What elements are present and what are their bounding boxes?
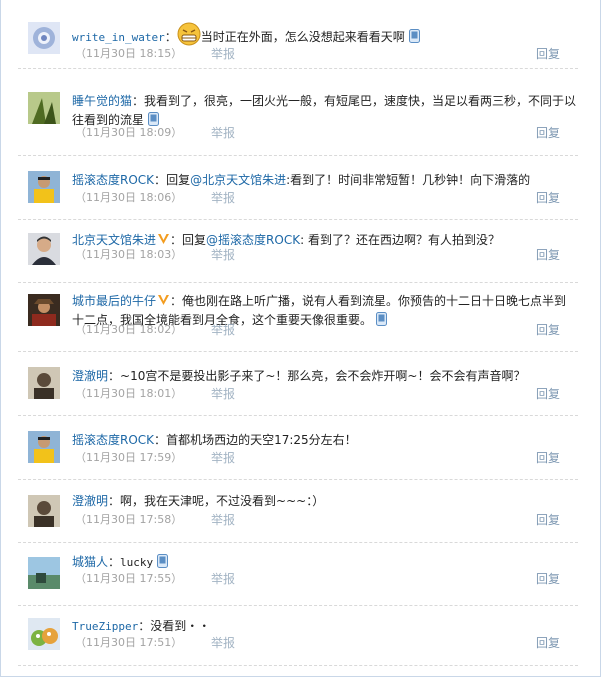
comment-username[interactable]: 睡午觉的猫 [72,94,132,108]
comment-text: ~10宫不是要投出影子来了~！那么亮，会不会炸开啊~！会不会有声音啊？ [120,369,526,383]
comment-username[interactable]: 澄澈明 [72,494,108,508]
reply-link[interactable]: 回复 [536,571,560,587]
list-item: write_in_water： 当时正在外面，怎么没想起来看看天啊 （11月30日… [18,0,578,69]
comment-time: （11月30日 18:02） [75,323,183,336]
comment-username[interactable]: 北京天文馆朱进 [72,233,156,247]
comment-username[interactable]: 摇滚态度ROCK [72,433,154,447]
separator: ： [170,233,183,247]
comment-time: （11月30日 18:01） [75,387,183,400]
mobile-phone-icon [157,554,169,568]
comment-username[interactable]: 澄澈明 [72,369,108,383]
list-item: 北京天文馆朱进 ：回复@摇滚态度ROCK: 看到了？还在西边啊？有人拍到没？ （1… [18,219,578,283]
separator: ： [138,619,151,633]
list-item: 摇滚态度ROCK：回复@北京天文馆朱进:看到了！时间非常短暂！几秒钟！向下滑落的… [18,155,578,220]
list-item: 城市最后的牛仔 ：俺也刚在路上听广播，说有人看到流星。你预告的十二日十日晚七点半到… [18,282,578,352]
avatar[interactable] [28,22,60,54]
list-item: 摇滚态度ROCK：首都机场西边的天空17:25分左右！ （11月30日 17:5… [18,415,578,480]
comment-text: : 看到了？还在西边啊？有人拍到没？ [300,233,500,247]
separator: ： [170,294,183,308]
mention-link[interactable]: @摇滚态度ROCK [206,233,300,247]
verified-v-icon [157,293,170,306]
angry-face-icon [177,22,201,46]
report-link[interactable]: 举报 [211,125,235,141]
comment-text: 当时正在外面，怎么没想起来看看天啊 [200,30,405,44]
list-item: 澄澈明：~10宫不是要投出影子来了~！那么亮，会不会炸开啊~！会不会有声音啊？ … [18,351,578,416]
report-link[interactable]: 举报 [211,450,235,466]
avatar[interactable] [28,367,60,399]
reply-link[interactable]: 回复 [536,450,560,466]
reply-link[interactable]: 回复 [536,635,560,651]
reply-prefix: 回复 [166,173,191,187]
comment-username[interactable]: write_in_water [72,31,165,44]
mention-link[interactable]: @北京天文馆朱进 [190,173,286,187]
comment-time: （11月30日 18:03） [75,248,183,261]
comment-text: lucky [120,556,154,569]
avatar[interactable] [28,618,60,650]
comment-text: 啊，我在天津呢，不过没看到~~~：） [120,494,325,508]
list-item: 睡午觉的猫：我看到了，很亮，一团火光一般，有短尾巴，速度快，当足以看两三秒，不同… [18,68,578,156]
separator: ： [108,369,121,383]
mobile-phone-icon [148,112,160,126]
separator: ： [108,494,121,508]
reply-link[interactable]: 回复 [536,125,560,141]
comment-username[interactable]: 城猫人 [72,555,108,569]
verified-v-icon [157,232,170,245]
separator: ： [132,94,145,108]
comment-username[interactable]: TrueZipper [72,620,138,633]
reply-link[interactable]: 回复 [536,190,560,206]
separator: ： [164,30,177,44]
avatar[interactable] [28,431,60,463]
comment-username[interactable]: 摇滚态度ROCK [72,173,154,187]
comment-text: :看到了！时间非常短暂！几秒钟！向下滑落的 [286,173,531,187]
report-link[interactable]: 举报 [211,386,235,402]
comment-time: （11月30日 18:15） [75,47,183,60]
separator: ： [108,555,121,569]
report-link[interactable]: 举报 [211,247,235,263]
reply-link[interactable]: 回复 [536,512,560,528]
report-link[interactable]: 举报 [211,512,235,528]
report-link[interactable]: 举报 [211,46,235,62]
comment-text: 首都机场西边的天空17:25分左右！ [166,433,357,447]
avatar[interactable] [28,233,60,265]
item5-meta: （11月30日 18:02） 举报 [72,322,578,338]
comment-time: （11月30日 18:06） [75,191,183,204]
list-item: TrueZipper：没看到・・ （11月30日 17:51） 举报 回复 [18,605,578,666]
reply-link[interactable]: 回复 [536,46,560,62]
reply-link[interactable]: 回复 [536,386,560,402]
reply-link[interactable]: 回复 [536,247,560,263]
comment-time: （11月30日 17:58） [75,513,183,526]
list-item: 澄澈明：啊，我在天津呢，不过没看到~~~：） （11月30日 17:58） 举报… [18,479,578,543]
comment-time: （11月30日 18:09） [75,126,183,139]
separator: ： [154,433,167,447]
avatar[interactable] [28,92,60,124]
mobile-phone-icon [408,29,420,43]
reply-prefix: 回复 [182,233,207,247]
comment-time: （11月30日 17:59） [75,451,183,464]
avatar[interactable] [28,294,60,326]
report-link[interactable]: 举报 [211,571,235,587]
comment-time: （11月30日 17:51） [75,636,183,649]
list-item: 城猫人：lucky （11月30日 17:55） 举报 回复 [18,542,578,606]
comment-text: 没看到・・ [150,619,211,633]
avatar[interactable] [28,495,60,527]
avatar[interactable] [28,557,60,589]
report-link[interactable]: 举报 [211,190,235,206]
comment-time: （11月30日 17:55） [75,572,183,585]
comment-username[interactable]: 城市最后的牛仔 [72,294,156,308]
report-link[interactable]: 举报 [211,635,235,651]
avatar[interactable] [28,171,60,203]
separator: ： [154,173,167,187]
report-link[interactable]: 举报 [211,322,235,338]
